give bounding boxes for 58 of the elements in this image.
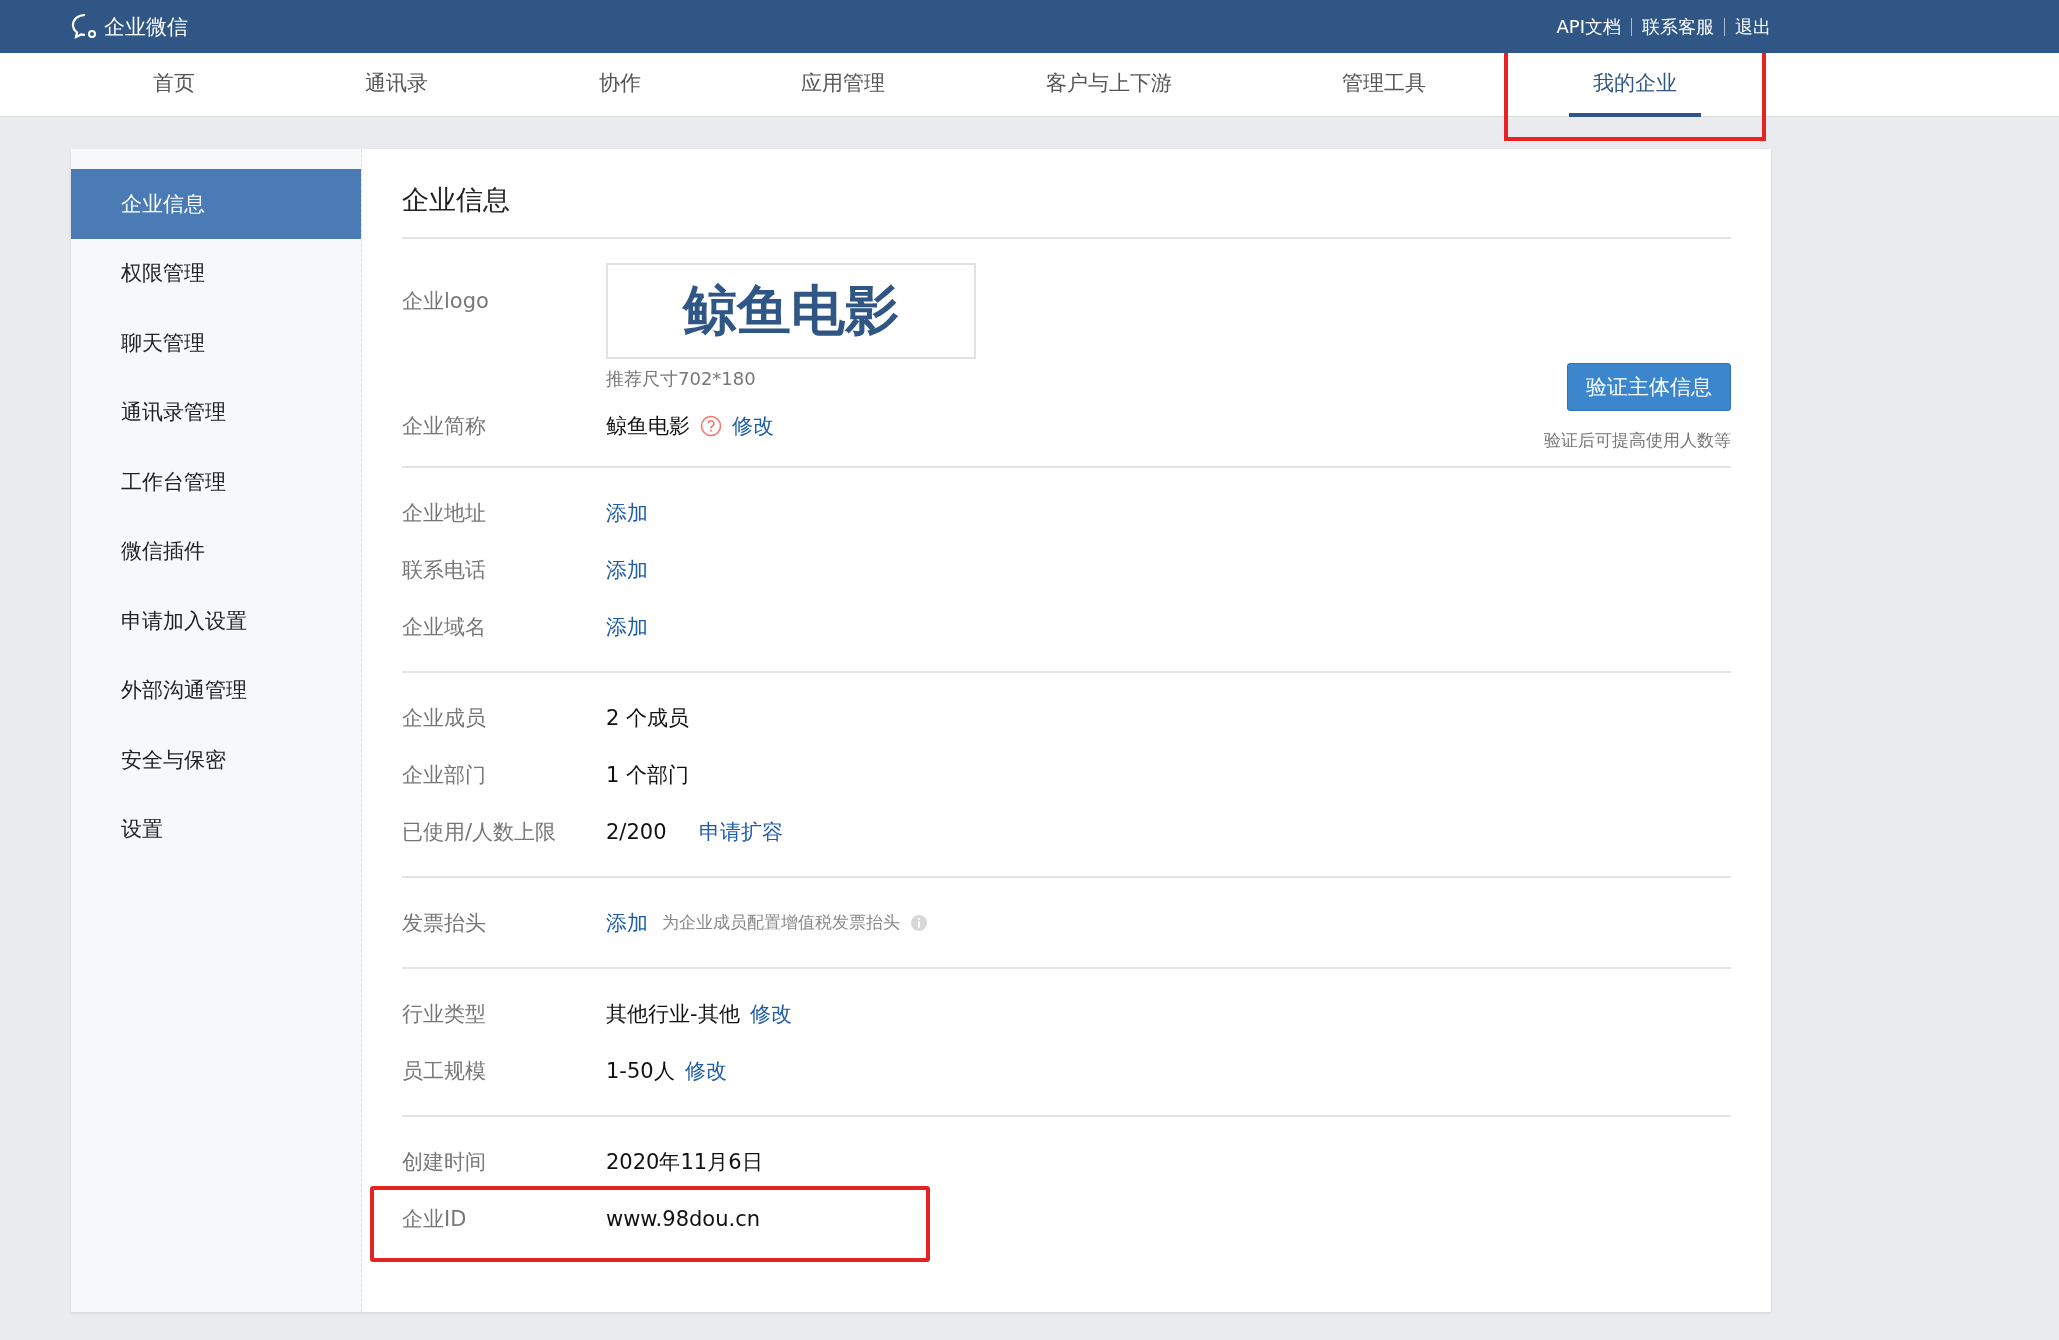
nav-tab[interactable]: 首页 — [128, 53, 219, 117]
sidebar-item[interactable]: 工作台管理 — [71, 447, 361, 517]
action-link[interactable]: 申请扩容 — [698, 817, 783, 846]
action-link[interactable]: 修改 — [749, 999, 792, 1028]
field-label: 企业简称 — [402, 412, 487, 440]
sidebar-item[interactable]: 微信插件 — [71, 516, 361, 586]
field-label: 企业域名 — [402, 613, 487, 641]
action-link[interactable]: 修改 — [684, 1056, 727, 1085]
logo-text: 鲸鱼电影 — [683, 277, 899, 344]
field-label: 企业成员 — [402, 704, 487, 732]
action-link[interactable]: 添加 — [606, 498, 648, 527]
header-link[interactable]: 退出 — [1735, 14, 1771, 39]
field-label: 已使用/人数上限 — [402, 818, 558, 846]
header-link[interactable]: API文档 — [1556, 14, 1621, 39]
field-value: www.98dou.cn — [606, 1206, 760, 1231]
verify-button[interactable]: 验证主体信息 — [1567, 363, 1731, 411]
help-icon[interactable] — [700, 414, 722, 437]
sidebar-item[interactable]: 企业信息 — [71, 169, 361, 239]
field-value: 2 个成员 — [606, 704, 690, 732]
field-label: 企业ID — [402, 1205, 468, 1233]
sidebar-item[interactable]: 聊天管理 — [71, 308, 361, 378]
sidebar-item[interactable]: 安全与保密 — [71, 725, 361, 795]
sidebar-item[interactable]: 权限管理 — [71, 238, 361, 308]
header-link[interactable]: 联系客服 — [1642, 14, 1714, 39]
field-label: 联系电话 — [402, 556, 487, 584]
page-title: 企业信息 — [402, 149, 1731, 239]
verify-note: 验证后可提高使用人数等 — [1544, 429, 1731, 452]
action-link[interactable]: 添加 — [606, 555, 648, 584]
field-label: 企业地址 — [402, 499, 487, 527]
field-value: 1-50人 — [606, 1057, 675, 1085]
field-value: 2020年11月6日 — [606, 1148, 763, 1176]
field-label: 行业类型 — [402, 1000, 487, 1028]
field-note: 为企业成员配置增值税发票抬头 — [662, 911, 900, 934]
brand-name: 企业微信 — [104, 13, 188, 41]
nav-tab[interactable]: 应用管理 — [776, 53, 909, 117]
nav-tab[interactable]: 协作 — [574, 53, 665, 117]
nav-tab[interactable]: 我的企业 — [1569, 53, 1701, 117]
nav-tab[interactable]: 通讯录 — [341, 53, 452, 117]
nav-tab[interactable]: 管理工具 — [1318, 53, 1450, 117]
nav-tab[interactable]: 客户与上下游 — [1022, 53, 1196, 117]
field-value: 其他行业-其他 — [606, 1000, 740, 1028]
sidebar-item[interactable]: 外部沟通管理 — [71, 655, 361, 725]
sidebar-item[interactable]: 设置 — [71, 794, 361, 864]
sidebar-item[interactable]: 申请加入设置 — [71, 586, 361, 656]
field-label: 企业logo — [402, 288, 490, 315]
field-value: 鲸鱼电影 — [606, 412, 690, 440]
field-value: 1 个部门 — [606, 761, 690, 789]
sidebar-item[interactable]: 通讯录管理 — [71, 377, 361, 447]
field-label: 企业部门 — [402, 761, 487, 789]
action-link[interactable]: 添加 — [606, 612, 648, 641]
field-label: 创建时间 — [402, 1148, 487, 1176]
field-label: 员工规模 — [402, 1057, 487, 1085]
size-hint: 推荐尺寸702*180 — [606, 367, 757, 391]
field-value: 2/200 — [606, 819, 667, 844]
info-icon[interactable] — [910, 913, 928, 932]
action-link[interactable]: 添加 — [606, 908, 648, 937]
field-label: 发票抬头 — [402, 909, 487, 937]
action-link[interactable]: 修改 — [732, 411, 774, 440]
